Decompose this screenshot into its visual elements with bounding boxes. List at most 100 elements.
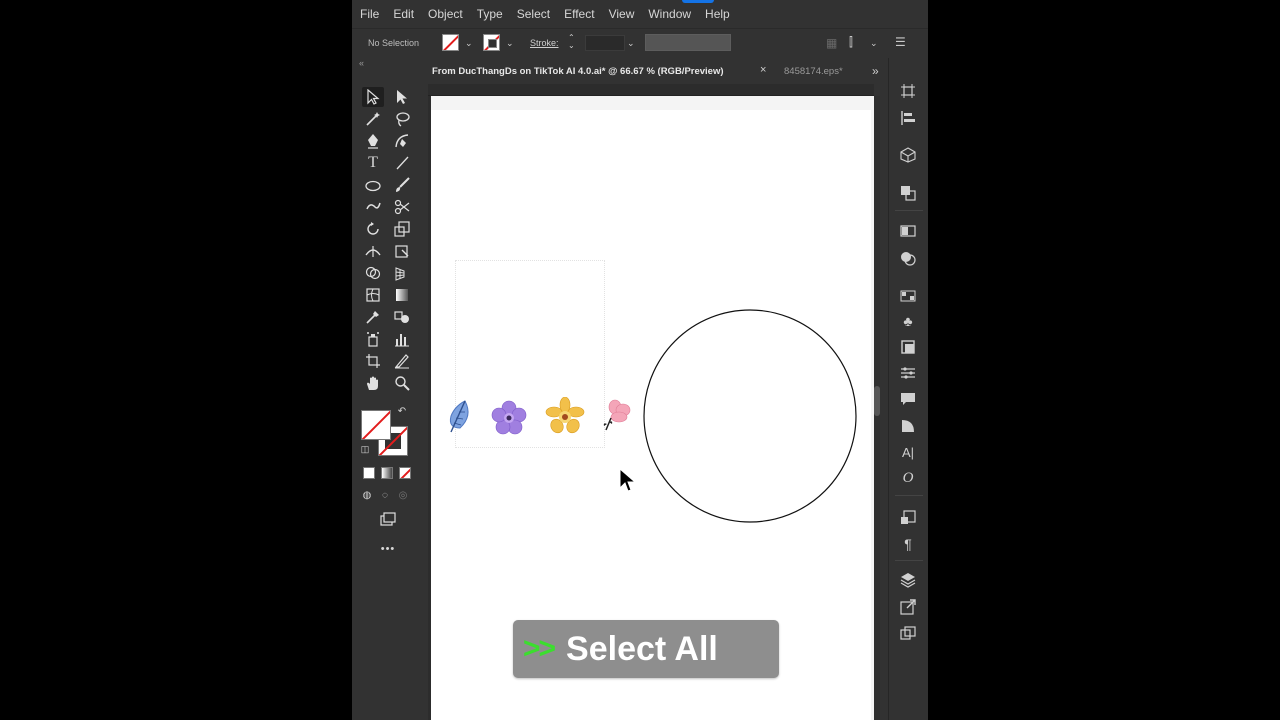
- menu-effect[interactable]: Effect: [564, 7, 594, 21]
- graphic-styles-icon[interactable]: [898, 337, 918, 357]
- vertical-scrollbar[interactable]: [874, 96, 880, 720]
- menu-select[interactable]: Select: [517, 7, 550, 21]
- scrollbar-thumb[interactable]: [874, 386, 880, 416]
- lasso-tool-icon[interactable]: [391, 109, 413, 129]
- artboard-tool-icon[interactable]: [362, 351, 384, 371]
- artboards-panel-icon[interactable]: [898, 623, 918, 643]
- layers-panel-icon[interactable]: [898, 570, 918, 590]
- draw-behind-icon[interactable]: ◌: [378, 488, 392, 502]
- color-mode-icon[interactable]: [363, 467, 375, 479]
- shape-builder-tool-icon[interactable]: [362, 263, 384, 283]
- style-field[interactable]: [645, 34, 731, 51]
- pink-flower-graphic[interactable]: [601, 398, 633, 434]
- line-segment-tool-icon[interactable]: [391, 153, 413, 173]
- rotate-tool-icon[interactable]: [362, 219, 384, 239]
- stroke-weight-dropdown-chevron-icon[interactable]: ⌄: [627, 38, 635, 49]
- canvas-area[interactable]: >> Select All: [431, 96, 874, 720]
- hand-tool-icon[interactable]: [362, 373, 384, 393]
- fill-color-box[interactable]: [361, 410, 391, 440]
- align-grid-icon[interactable]: ▦: [826, 36, 837, 50]
- export-asset-icon[interactable]: [898, 597, 918, 617]
- artboard[interactable]: >> Select All: [431, 110, 871, 720]
- tools-panel: T ↶ ◫ ◍ ◌ ◎ •••: [358, 84, 414, 564]
- circle-shape[interactable]: [643, 309, 857, 523]
- illustrator-window: File Edit Object Type Select Effect View…: [352, 0, 928, 720]
- slice-tool-icon[interactable]: [391, 351, 413, 371]
- mesh-tool-icon[interactable]: [362, 285, 384, 305]
- curvature-tool-icon[interactable]: [391, 131, 413, 151]
- scale-tool-icon[interactable]: [391, 219, 413, 239]
- change-screen-mode-icon[interactable]: [377, 509, 399, 529]
- direct-selection-tool-icon[interactable]: [391, 87, 413, 107]
- blend-tool-icon[interactable]: [391, 307, 413, 327]
- panel-separator: [895, 495, 923, 496]
- edit-toolbar-icon[interactable]: •••: [377, 539, 399, 559]
- character-panel-icon[interactable]: A|: [898, 442, 918, 462]
- leaf-graphic[interactable]: [445, 398, 475, 434]
- swatches-panel-icon[interactable]: [898, 286, 918, 306]
- selection-tool-icon[interactable]: [362, 87, 384, 107]
- menu-object[interactable]: Object: [428, 7, 463, 21]
- panel-menu-icon[interactable]: ☰: [895, 35, 906, 49]
- eyedropper-tool-icon[interactable]: [362, 307, 384, 327]
- magic-wand-tool-icon[interactable]: [362, 109, 384, 129]
- pathfinder-panel-icon[interactable]: [898, 183, 918, 203]
- width-tool-icon[interactable]: [362, 241, 384, 261]
- collapse-tools-icon[interactable]: «: [359, 58, 364, 68]
- stroke-swatch[interactable]: [483, 34, 500, 51]
- menu-file[interactable]: File: [360, 7, 379, 21]
- gradient-mode-icon[interactable]: [381, 467, 393, 479]
- menu-view[interactable]: View: [609, 7, 635, 21]
- fill-dropdown-chevron-icon[interactable]: ⌄: [465, 38, 473, 49]
- perspective-grid-tool-icon[interactable]: [391, 263, 413, 283]
- tab-inactive-document[interactable]: 8458174.eps*: [780, 60, 860, 82]
- draw-normal-icon[interactable]: ◍: [360, 488, 374, 502]
- menu-help[interactable]: Help: [705, 7, 730, 21]
- none-mode-icon[interactable]: [399, 467, 411, 479]
- pen-tool-icon[interactable]: [362, 131, 384, 151]
- swap-fill-stroke-icon[interactable]: ↶: [394, 404, 410, 418]
- yellow-flower-graphic[interactable]: [545, 397, 585, 437]
- column-graph-tool-icon[interactable]: [391, 329, 413, 349]
- opentype-panel-icon[interactable]: O: [898, 468, 918, 488]
- tab-active-document[interactable]: From DucThangDs on TikTok AI 4.0.ai* @ 6…: [422, 60, 778, 82]
- paragraph-panel-icon[interactable]: ¶: [898, 534, 918, 554]
- gradient-panel-icon[interactable]: [898, 221, 918, 241]
- menu-window[interactable]: Window: [648, 7, 691, 21]
- symbol-sprayer-tool-icon[interactable]: [362, 329, 384, 349]
- purple-flower-graphic[interactable]: [491, 400, 527, 436]
- paragraph-align-icon[interactable]: ⫿: [849, 35, 853, 50]
- 3d-materials-icon[interactable]: [898, 145, 918, 165]
- stroke-label[interactable]: Stroke:: [530, 38, 559, 48]
- menu-type[interactable]: Type: [477, 7, 503, 21]
- type-tool-icon[interactable]: T: [362, 153, 384, 173]
- gradient-tool-icon[interactable]: [391, 285, 413, 305]
- paintbrush-tool-icon[interactable]: [391, 175, 413, 195]
- symbols-panel-icon[interactable]: ♣: [898, 311, 918, 331]
- draw-inside-icon[interactable]: ◎: [396, 488, 410, 502]
- zoom-tool-icon[interactable]: [391, 373, 413, 393]
- image-trace-icon[interactable]: [898, 507, 918, 527]
- stroke-dropdown-chevron-icon[interactable]: ⌄: [506, 38, 514, 49]
- align-dropdown-chevron-icon[interactable]: ⌄: [870, 38, 878, 49]
- select-all-overlay: >> Select All: [513, 620, 779, 678]
- horizontal-ruler: [428, 84, 874, 96]
- transform-panel-icon[interactable]: [898, 81, 918, 101]
- free-transform-tool-icon[interactable]: [391, 241, 413, 261]
- properties-panel-icon[interactable]: [898, 363, 918, 383]
- stroke-weight-input[interactable]: [585, 35, 625, 51]
- menu-edit[interactable]: Edit: [393, 7, 414, 21]
- default-fill-stroke-icon[interactable]: ◫: [358, 442, 372, 456]
- shaper-tool-icon[interactable]: [362, 197, 384, 217]
- transparency-panel-icon[interactable]: [898, 416, 918, 436]
- document-tab-bar: From DucThangDs on TikTok AI 4.0.ai* @ 6…: [422, 60, 888, 82]
- ellipse-tool-icon[interactable]: [362, 175, 384, 195]
- fill-swatch[interactable]: [442, 34, 459, 51]
- stroke-weight-stepper-icon[interactable]: ⌃ ⌄: [568, 34, 575, 50]
- tab-overflow-icon[interactable]: »: [872, 64, 879, 78]
- close-icon[interactable]: ×: [760, 64, 766, 76]
- comments-panel-icon[interactable]: [898, 389, 918, 409]
- scissors-tool-icon[interactable]: [391, 197, 413, 217]
- align-panel-icon[interactable]: [898, 108, 918, 128]
- appearance-panel-icon[interactable]: [898, 248, 918, 268]
